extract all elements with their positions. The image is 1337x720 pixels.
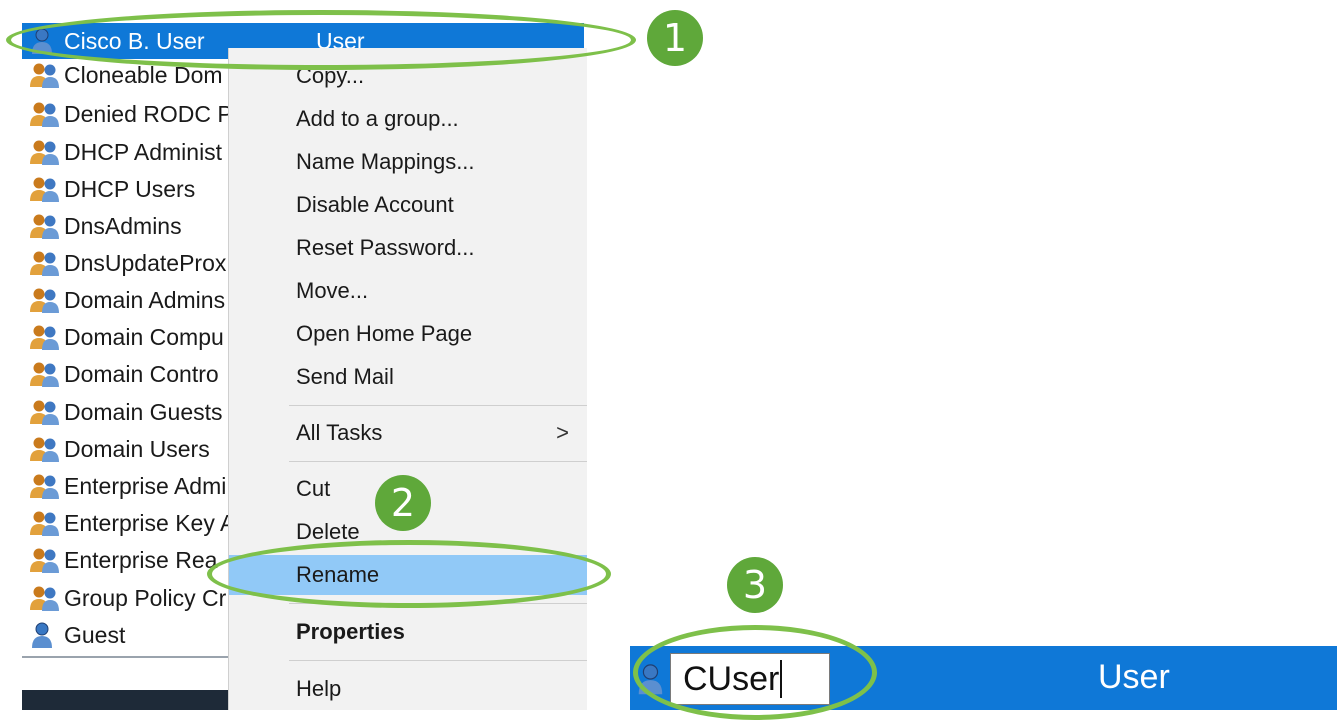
menu-separator <box>289 405 587 406</box>
menu-item-label: All Tasks <box>296 420 383 445</box>
menu-item-reset-password[interactable]: Reset Password... <box>229 228 587 268</box>
group-icon <box>28 508 62 538</box>
context-menu: Copy... Add to a group... Name Mappings.… <box>228 48 587 710</box>
menu-item-name-mappings[interactable]: Name Mappings... <box>229 142 587 182</box>
rename-input-value: CUser <box>683 659 780 698</box>
menu-separator <box>289 660 587 661</box>
list-item-label: DHCP Administ <box>64 138 223 165</box>
group-icon <box>28 322 62 352</box>
menu-item-label: Send Mail <box>296 364 394 389</box>
menu-item-copy[interactable]: Copy... <box>229 56 587 96</box>
menu-item-label: Name Mappings... <box>296 149 475 174</box>
group-icon <box>28 397 62 427</box>
list-item-label: DHCP Users <box>64 175 196 202</box>
menu-item-label: Add to a group... <box>296 106 459 131</box>
menu-item-rename[interactable]: Rename <box>229 555 587 595</box>
list-item-label: Denied RODC P <box>64 100 233 127</box>
group-icon <box>28 248 62 278</box>
user-icon <box>28 26 62 56</box>
group-icon <box>28 471 62 501</box>
rename-row: CUser User <box>630 646 1337 710</box>
menu-item-label: Reset Password... <box>296 235 475 260</box>
menu-item-label: Move... <box>296 278 369 303</box>
list-item-label: Domain Contro <box>64 360 219 387</box>
list-item-label: DnsUpdateProx <box>64 249 227 276</box>
group-icon <box>28 545 62 575</box>
group-icon <box>28 285 62 315</box>
list-item-label: Cloneable Dom <box>64 61 223 88</box>
list-item-label: Group Policy Cr <box>64 584 227 611</box>
menu-item-add-to-group[interactable]: Add to a group... <box>229 99 587 139</box>
menu-item-all-tasks[interactable]: All Tasks > <box>229 413 587 453</box>
group-icon <box>28 99 62 129</box>
rename-input[interactable]: CUser <box>670 653 830 705</box>
menu-item-label: Cut <box>296 476 331 501</box>
group-icon <box>28 359 62 389</box>
user-icon <box>28 620 62 650</box>
list-item-label: DnsAdmins <box>64 212 182 239</box>
group-icon <box>28 174 62 204</box>
menu-item-open-home-page[interactable]: Open Home Page <box>229 314 587 354</box>
group-icon <box>28 60 62 90</box>
menu-item-properties[interactable]: Properties <box>229 612 587 652</box>
chevron-right-icon: > <box>556 420 569 445</box>
list-item-label: Domain Admins <box>64 286 226 313</box>
rename-row-type: User <box>1098 658 1170 696</box>
list-item-label: Domain Users <box>64 435 210 462</box>
group-icon <box>28 211 62 241</box>
list-item-label: Domain Compu <box>64 323 224 350</box>
taskbar-strip <box>22 690 232 710</box>
menu-item-move[interactable]: Move... <box>229 271 587 311</box>
list-item-label: Enterprise Admi <box>64 472 227 499</box>
text-caret <box>780 660 783 698</box>
menu-item-label: Open Home Page <box>296 321 473 346</box>
menu-item-label: Properties <box>296 619 405 644</box>
list-item-label: Guest <box>64 621 126 648</box>
list-item-label: Domain Guests <box>64 398 223 425</box>
user-icon <box>634 656 674 702</box>
menu-item-label: Delete <box>296 519 360 544</box>
list-divider <box>22 656 232 658</box>
list-item-label: Enterprise Rea <box>64 546 218 573</box>
group-icon <box>28 583 62 613</box>
group-icon <box>28 137 62 167</box>
step-badge-1: 1 <box>647 10 703 66</box>
menu-item-help[interactable]: Help <box>229 669 587 709</box>
step-badge-2: 2 <box>375 475 431 531</box>
menu-item-disable-account[interactable]: Disable Account <box>229 185 587 225</box>
menu-item-label: Copy... <box>296 63 365 88</box>
menu-separator <box>289 461 587 462</box>
object-list: Cloneable Dom Denied RODC P DHCP Adminis… <box>22 0 236 690</box>
menu-item-label: Help <box>296 676 342 701</box>
menu-separator <box>289 603 587 604</box>
menu-item-label: Rename <box>296 562 380 587</box>
list-item-label: Enterprise Key A <box>64 509 236 536</box>
menu-item-label: Disable Account <box>296 192 454 217</box>
menu-item-send-mail[interactable]: Send Mail <box>229 357 587 397</box>
group-icon <box>28 434 62 464</box>
step-badge-3: 3 <box>727 557 783 613</box>
